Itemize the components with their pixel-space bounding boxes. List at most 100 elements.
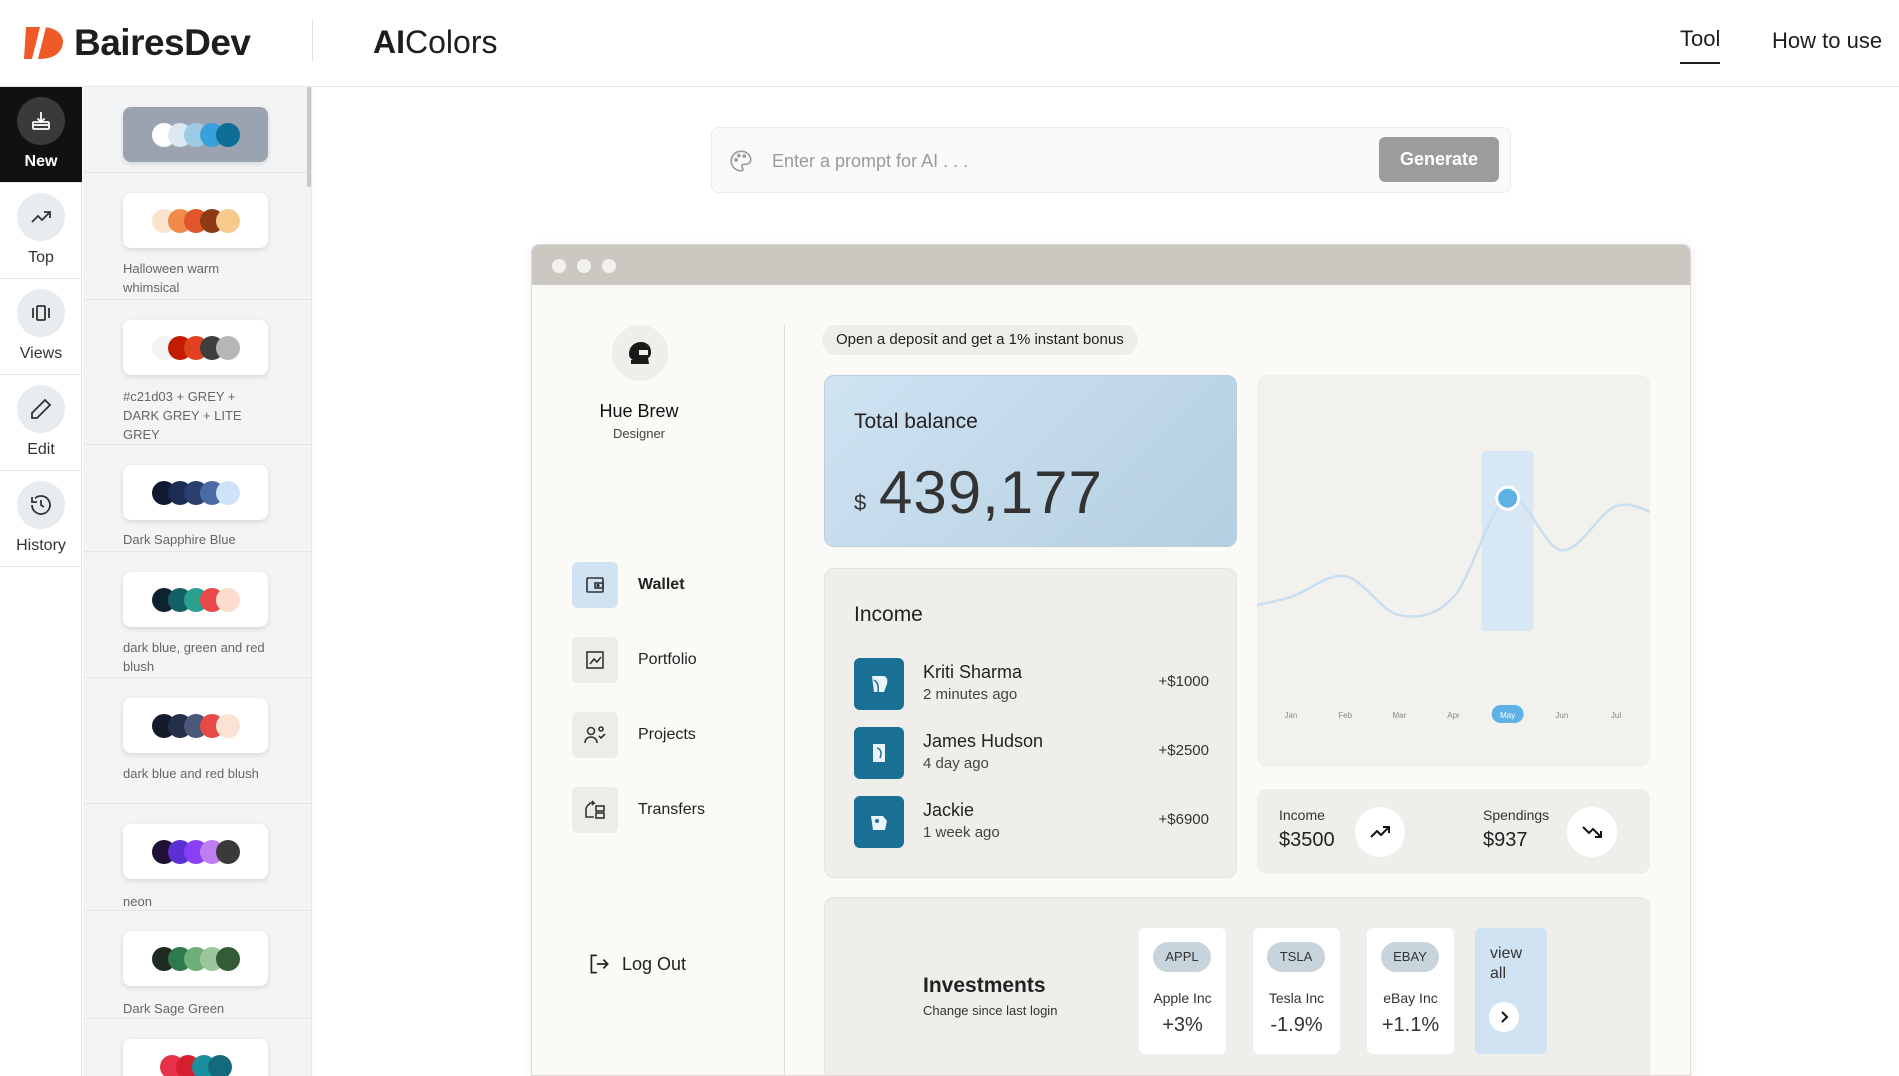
bird-avatar-icon bbox=[854, 796, 904, 848]
income-name: Kriti Sharma bbox=[923, 662, 1023, 682]
palette-swatch[interactable] bbox=[123, 193, 268, 248]
nav-portfolio[interactable]: Portfolio bbox=[572, 637, 697, 683]
transfers-icon bbox=[572, 787, 618, 833]
promo-banner[interactable]: Open a deposit and get a 1% instant bonu… bbox=[822, 325, 1138, 355]
palette-card[interactable]: Dark Sage Green bbox=[83, 911, 311, 1019]
palette-swatch[interactable] bbox=[123, 824, 268, 879]
data-point[interactable] bbox=[1495, 485, 1521, 511]
palette-card[interactable]: Halloween warm whimsical bbox=[83, 173, 311, 300]
x-tick-label: Mar bbox=[1392, 711, 1406, 720]
rail-item-views[interactable]: Views bbox=[0, 279, 82, 375]
prompt-input[interactable] bbox=[772, 142, 1372, 180]
preview-title-bar bbox=[532, 245, 1690, 285]
palette-dots bbox=[151, 208, 240, 233]
stock-name: eBay Inc bbox=[1383, 990, 1438, 1006]
trending-up-icon[interactable] bbox=[1355, 807, 1405, 857]
palette-swatch[interactable] bbox=[123, 465, 268, 520]
income-name: Jackie bbox=[923, 800, 975, 820]
stock-ticker: EBAY bbox=[1381, 942, 1439, 972]
stock-change: +3% bbox=[1162, 1014, 1203, 1036]
nav-how-to-use[interactable]: How to use bbox=[1772, 28, 1882, 54]
brand-logo[interactable]: BairesDev bbox=[22, 22, 251, 64]
rail-item-edit[interactable]: Edit bbox=[0, 375, 82, 471]
rail-item-top[interactable]: Top bbox=[0, 183, 82, 279]
balance-chart[interactable]: Jan Feb Mar Apr May Jun Jul bbox=[1257, 375, 1650, 767]
rail-label: Top bbox=[28, 249, 54, 266]
chevron-right-icon[interactable] bbox=[1489, 1002, 1519, 1032]
palette-name: Dark Sapphire Blue bbox=[123, 532, 236, 547]
avatar[interactable] bbox=[612, 325, 668, 381]
investments-title: Investments bbox=[923, 974, 1046, 997]
palette-card[interactable]: dark blue, green and red blush bbox=[83, 552, 311, 678]
stock-ticker: TSLA bbox=[1267, 942, 1325, 972]
icon-rail: New Top Views Edit History bbox=[0, 87, 82, 1076]
trending-down-icon[interactable] bbox=[1567, 807, 1617, 857]
nav-transfers[interactable]: Transfers bbox=[572, 787, 705, 833]
palette-swatch[interactable] bbox=[123, 698, 268, 753]
window-dot bbox=[552, 259, 566, 273]
new-icon bbox=[17, 97, 65, 145]
income-row[interactable]: James Hudson 4 day ago +$2500 bbox=[854, 727, 1209, 779]
bairesdev-logo-icon bbox=[24, 27, 64, 59]
chart-svg: Jan Feb Mar Apr May Jun Jul bbox=[1257, 451, 1650, 723]
income-stat-label: Income bbox=[1279, 807, 1325, 823]
color-dot bbox=[215, 587, 240, 612]
highlight-column bbox=[1481, 451, 1534, 631]
nav-label: Transfers bbox=[638, 801, 705, 818]
palette-swatch[interactable] bbox=[123, 320, 268, 375]
nav-wallet[interactable]: Wallet bbox=[572, 562, 685, 608]
rail-item-history[interactable]: History bbox=[0, 471, 82, 567]
nav-projects[interactable]: Projects bbox=[572, 712, 696, 758]
nav-label: Wallet bbox=[638, 576, 685, 593]
app-title-rest: Colors bbox=[405, 24, 498, 60]
generate-button[interactable]: Generate bbox=[1379, 137, 1499, 182]
palette-card[interactable] bbox=[83, 1019, 311, 1076]
stock-card[interactable]: APPL Apple Inc +3% bbox=[1139, 928, 1226, 1054]
window-dot bbox=[602, 259, 616, 273]
palette-swatch[interactable] bbox=[123, 1039, 268, 1076]
palette-swatch[interactable] bbox=[123, 107, 268, 162]
palette-dots bbox=[151, 122, 240, 147]
color-dot bbox=[207, 1054, 232, 1076]
palette-card[interactable]: dark blue and red blush bbox=[83, 678, 311, 804]
palette-card[interactable]: #c21d03 + GREY + DARK GREY + LITE GREY bbox=[83, 300, 311, 445]
palette-name: Halloween warm whimsical bbox=[123, 261, 220, 295]
palette-card[interactable] bbox=[83, 87, 311, 173]
palette-card[interactable]: Dark Sapphire Blue bbox=[83, 445, 311, 552]
investments-card: Investments Change since last login APPL… bbox=[824, 897, 1650, 1075]
x-tick-label: Jun bbox=[1555, 711, 1568, 720]
stock-card[interactable]: TSLA Tesla Inc -1.9% bbox=[1253, 928, 1340, 1054]
palette-name: neon bbox=[123, 894, 152, 909]
spend-stat-value: $937 bbox=[1483, 829, 1528, 851]
x-tick-label: Apr bbox=[1447, 711, 1460, 720]
rail-label: Edit bbox=[27, 441, 55, 458]
view-all-card[interactable]: view all bbox=[1475, 928, 1547, 1054]
palette-scroll-track[interactable] bbox=[311, 87, 316, 1076]
color-dot bbox=[215, 335, 240, 360]
data-point bbox=[1560, 548, 1564, 552]
balance-title: Total balance bbox=[854, 410, 978, 433]
income-row[interactable]: Kriti Sharma 2 minutes ago +$1000 bbox=[854, 658, 1209, 710]
nav-label: Portfolio bbox=[638, 651, 697, 668]
palette-name: Dark Sage Green bbox=[123, 1001, 225, 1016]
income-row[interactable]: Jackie 1 week ago +$6900 bbox=[854, 796, 1209, 848]
palette-scrollbar[interactable] bbox=[307, 87, 311, 187]
color-dot bbox=[215, 713, 240, 738]
stock-card[interactable]: EBAY eBay Inc +1.1% bbox=[1367, 928, 1454, 1054]
palette-dots bbox=[151, 946, 240, 971]
rail-item-new[interactable]: New bbox=[0, 87, 82, 183]
rail-label: History bbox=[16, 537, 66, 554]
palette-dots bbox=[151, 335, 240, 360]
preview-sidebar-divider bbox=[784, 325, 785, 1075]
logout-button[interactable]: Log Out bbox=[586, 951, 686, 977]
palette-swatch[interactable] bbox=[123, 931, 268, 986]
nav-tool[interactable]: Tool bbox=[1680, 26, 1721, 64]
palette-name: #c21d03 + GREY + DARK GREY + LITE GREY bbox=[123, 389, 242, 442]
income-amount: +$1000 bbox=[1158, 673, 1209, 690]
palette-card[interactable]: neon bbox=[83, 804, 311, 911]
palette-swatch[interactable] bbox=[123, 572, 268, 627]
data-point bbox=[1343, 574, 1347, 578]
trending-up-icon bbox=[17, 193, 65, 241]
color-dot bbox=[215, 839, 240, 864]
palette-dots bbox=[151, 587, 240, 612]
